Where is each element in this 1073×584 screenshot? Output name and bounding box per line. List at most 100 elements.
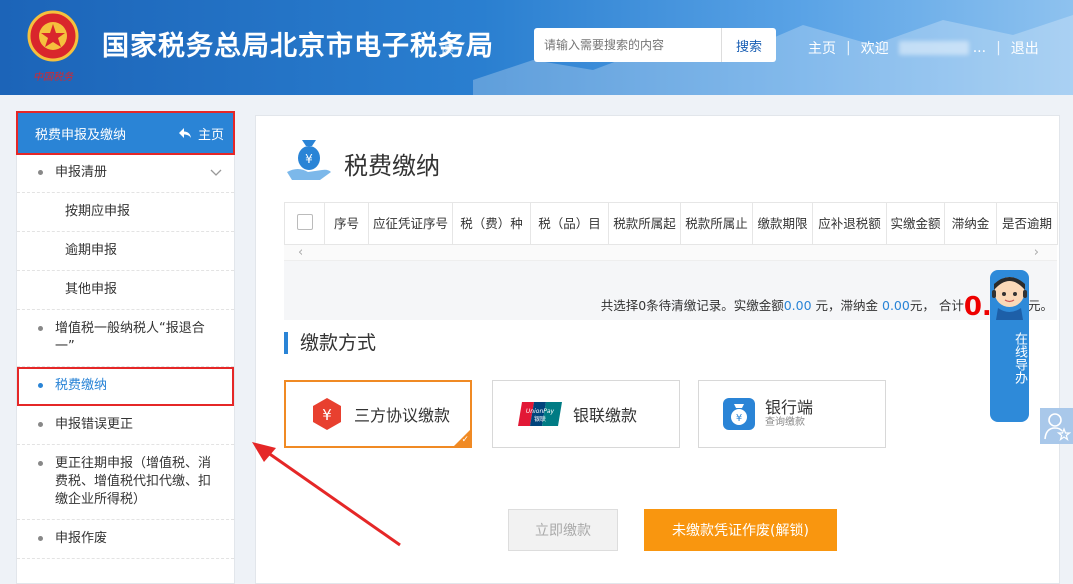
unionpay-payment-option[interactable]: UnionPay 银联 银联缴款 [492,380,680,448]
site-title: 国家税务总局北京市电子税务局 [102,31,494,62]
select-all-checkbox[interactable] [296,214,313,230]
column-header: 缴款期限 [752,202,813,245]
column-header: 税款所属止 [680,202,753,245]
summary-late-fee: 0.00 [882,298,910,313]
header: 中国税务 国家税务总局北京市电子税务局 读 搜索 主页 | 欢迎 ... | 退… [0,0,1073,95]
sidebar-item-label: 增值税一般纳税人“报退合一” [55,321,205,354]
sidebar-home-label: 主页 [197,127,224,143]
sidebar-item-error-correction[interactable]: 申报错误更正 [17,406,234,445]
payment-grid: 序号 应征凭证序号 税（费）种 税（品）目 税款所属起 税款所属止 缴款期限 应… [284,202,1058,322]
nav-logout-link[interactable]: 退出 [1011,38,1039,58]
sidebar-title: 税费申报及缴纳 [35,127,127,143]
sidebar-item-label: 其他申报 [65,282,118,297]
sidebar-item-label: 更正往期申报（增值税、消费税、增值税代扣代缴、扣缴企业所得税） [55,456,212,507]
bullet-dot [38,326,43,331]
sidebar: 税费申报及缴纳 主页 申报清册 按期应申报 逾期申报 其他申报 增值税一般纳税人… [16,111,235,584]
bullet-dot [38,536,43,541]
sidebar-menu: 申报清册 按期应申报 逾期申报 其他申报 增值税一般纳税人“报退合一” 税费缴纳… [17,154,234,559]
bullet-dot [38,170,43,175]
online-guide-label: 在线导办 [1012,332,1027,384]
summary-prefix: 共选择0条待清缴记录。实缴金额 [600,298,784,313]
payment-option-label: 银行端 [765,398,814,417]
sidebar-item-label: 按期应申报 [65,204,131,219]
summary-amount: 0.00 [783,298,812,313]
scroll-left-icon[interactable]: ‹ [298,245,303,260]
bank-payment-option[interactable]: ¥ 银行端 查询缴款 [698,380,886,448]
bank-terminal-icon: ¥ [723,398,755,430]
sidebar-item-label: 申报清册 [55,165,108,180]
sidebar-header: 税费申报及缴纳 主页 [16,111,235,155]
nav-welcome: 欢迎 [860,41,889,57]
sidebar-item-declaration-list[interactable]: 申报清册 [17,154,234,193]
sidebar-home-link[interactable]: 主页 [178,124,224,143]
search-input[interactable] [534,28,721,62]
table-header-row: 序号 应征凭证序号 税（费）种 税（品）目 税款所属起 税款所属止 缴款期限 应… [284,202,1058,245]
tax-emblem-icon: 中国税务 [27,10,79,83]
sidebar-item-scheduled[interactable]: 按期应申报 [17,193,234,232]
sidebar-item-overdue[interactable]: 逾期申报 [17,232,234,271]
nav-separator: | [996,40,1001,56]
section-title-payment-method: 缴款方式 [284,332,376,354]
pay-now-button[interactable]: 立即缴款 [508,509,618,551]
payment-option-sublabel: 查询缴款 [765,417,805,428]
tripartite-payment-option[interactable]: ¥ 三方协议缴款 ✓ [284,380,472,448]
sidebar-item-void-declaration[interactable]: 申报作废 [17,520,234,559]
payment-table: 序号 应征凭证序号 税（费）种 税（品）目 税款所属起 税款所属止 缴款期限 应… [284,202,1058,245]
svg-text:银联: 银联 [534,415,546,423]
svg-text:¥: ¥ [322,406,332,424]
column-header: 是否逾期 [996,202,1058,245]
user-service-icon[interactable] [1040,408,1073,444]
summary-text: 元， 合计 [909,298,964,313]
svg-text:¥: ¥ [736,413,742,424]
sidebar-item-other[interactable]: 其他申报 [17,271,234,310]
unionpay-logo-icon: UnionPay 银联 [518,402,562,426]
page-title: 税费缴纳 [344,152,440,180]
nav-ellipsis: ... [972,40,987,56]
column-header: 税（费）种 [452,202,531,245]
payment-option-label: 三方协议缴款 [354,406,451,425]
column-header: 序号 [324,202,369,245]
sidebar-item-label: 逾期申报 [65,243,118,258]
summary-text: 元，滞纳金 [811,298,882,313]
sidebar-item-tax-payment[interactable]: 税费缴纳 [17,367,234,406]
chevron-down-icon [210,169,222,176]
sidebar-item-label: 申报错误更正 [55,417,134,432]
online-guide-widget[interactable]: 在线导办 [990,270,1029,422]
payment-option-label: 银联缴款 [573,406,638,425]
void-unpaid-voucher-button[interactable]: 未缴款凭证作废(解锁) [644,509,837,551]
column-header: 实缴金额 [886,202,945,245]
tripartite-agreement-icon: ¥ [313,398,341,430]
user-name-redacted [898,41,969,55]
main-panel: ¥ 税费缴纳 序号 应征凭证序号 税（费）种 税（品）目 税款所属起 税款所属止… [255,115,1060,584]
payment-summary: 共选择0条待清缴记录。实缴金额0.00 元，滞纳金 0.00元， 合计0.00元… [601,292,1053,322]
column-header: 滞纳金 [944,202,997,245]
bullet-dot [38,461,43,466]
search-button[interactable]: 搜索 [721,28,776,62]
svg-text:中国税务: 中国税务 [33,71,74,83]
bullet-dot [38,422,43,427]
bank-option-label: 银行端 查询缴款 [765,399,813,429]
back-arrow-icon [178,128,191,138]
check-icon: ✓ [461,435,469,445]
column-header: 税款所属起 [608,202,681,245]
sidebar-item-vat-refund[interactable]: 增值税一般纳税人“报退合一” [17,310,234,367]
sidebar-item-label: 税费缴纳 [55,378,108,393]
nav-separator: | [846,40,851,56]
summary-suffix: 元。 [1027,298,1053,313]
scroll-right-icon[interactable]: › [1034,245,1039,260]
sidebar-item-label: 申报作废 [55,531,108,546]
reader-link[interactable]: 读 [440,39,454,59]
svg-text:¥: ¥ [305,152,313,166]
user-star-icon [1043,413,1071,441]
column-header: 税（品）目 [530,202,609,245]
top-nav: 主页 | 欢迎 ... | 退出 [808,38,1039,58]
select-all-cell [284,202,325,245]
horizontal-scrollbar[interactable]: ‹ › [284,245,1057,261]
agent-avatar-icon [992,277,1027,320]
sidebar-item-past-correction[interactable]: 更正往期申报（增值税、消费税、增值税代扣代缴、扣缴企业所得税） [17,445,234,520]
column-header: 应补退税额 [812,202,887,245]
nav-home-link[interactable]: 主页 [808,38,836,58]
money-bag-hand-icon: ¥ [287,140,331,180]
column-header: 应征凭证序号 [368,202,453,245]
svg-text:UnionPay: UnionPay [526,408,555,415]
